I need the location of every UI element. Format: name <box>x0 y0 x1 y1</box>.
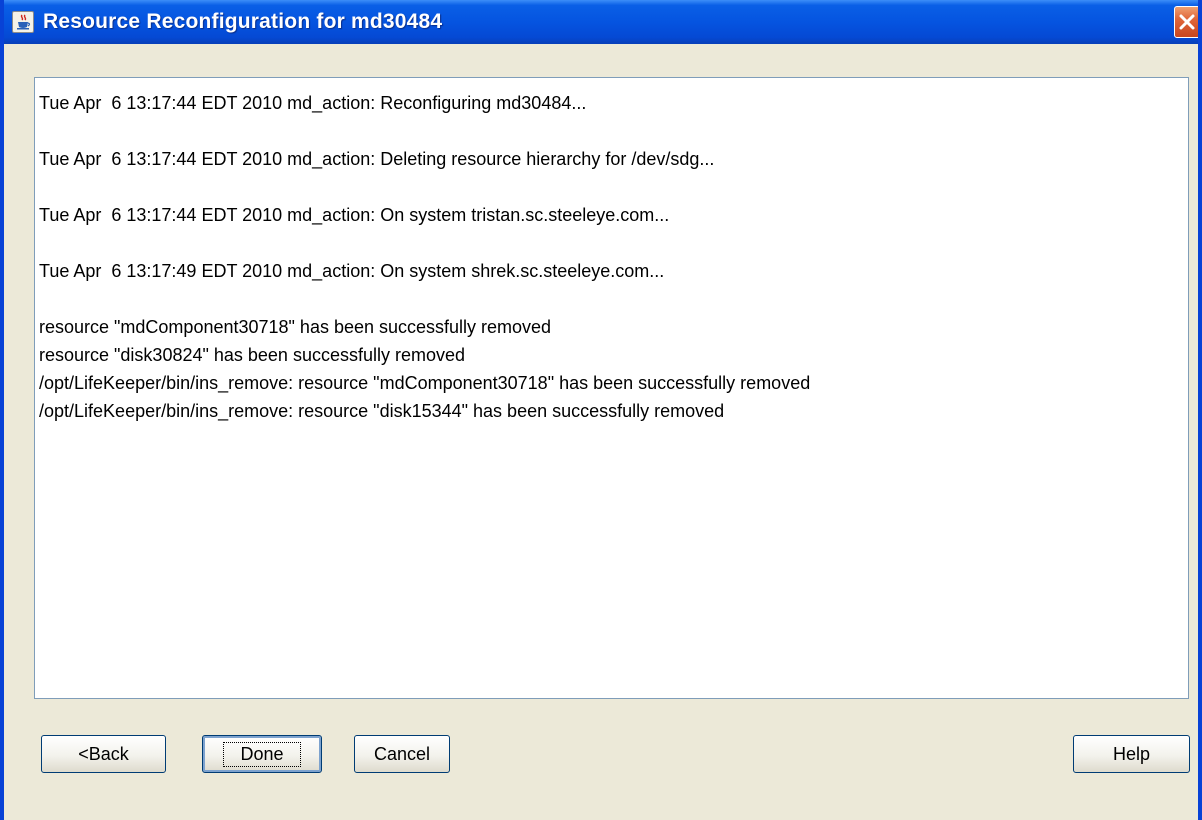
window-title: Resource Reconfiguration for md30484 <box>43 10 443 33</box>
log-line: Tue Apr 6 13:17:44 EDT 2010 md_action: O… <box>39 205 670 225</box>
java-cup-icon <box>12 11 34 33</box>
log-line: /opt/LifeKeeper/bin/ins_remove: resource… <box>39 401 725 421</box>
log-line: Tue Apr 6 13:17:44 EDT 2010 md_action: R… <box>39 93 587 113</box>
close-icon <box>1179 14 1195 30</box>
done-button-label: Done <box>223 741 301 767</box>
close-button[interactable] <box>1174 6 1198 38</box>
log-line: /opt/LifeKeeper/bin/ins_remove: resource… <box>39 373 811 393</box>
dialog-window: Resource Reconfiguration for md30484 Tue… <box>0 0 1202 820</box>
help-button-label: Help <box>1112 743 1151 764</box>
cancel-button-label: Cancel <box>373 743 431 764</box>
log-line: Tue Apr 6 13:17:49 EDT 2010 md_action: O… <box>39 261 665 281</box>
back-button[interactable]: <Back <box>41 735 166 773</box>
cancel-button[interactable]: Cancel <box>354 735 450 773</box>
log-output-area[interactable]: Tue Apr 6 13:17:44 EDT 2010 md_action: R… <box>34 77 1189 699</box>
help-button[interactable]: Help <box>1073 735 1190 773</box>
done-button[interactable]: Done <box>202 735 322 773</box>
log-line: resource "mdComponent30718" has been suc… <box>39 317 552 337</box>
log-line: resource "disk30824" has been successful… <box>39 345 466 365</box>
log-line: Tue Apr 6 13:17:44 EDT 2010 md_action: D… <box>39 149 715 169</box>
back-button-label: <Back <box>78 743 129 764</box>
title-bar[interactable]: Resource Reconfiguration for md30484 <box>4 0 1198 44</box>
